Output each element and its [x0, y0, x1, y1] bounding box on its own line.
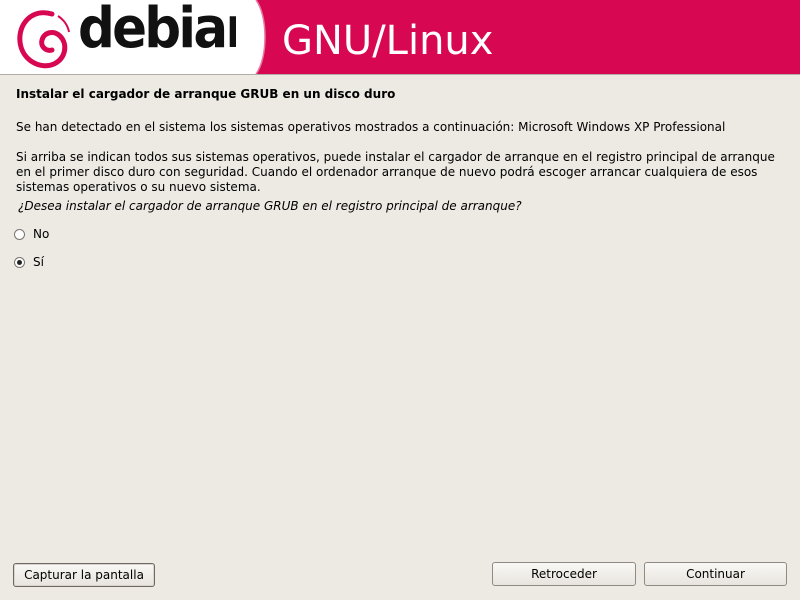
radio-yes[interactable] — [14, 256, 25, 268]
option-no-label[interactable]: No — [33, 227, 49, 241]
banner-divider — [0, 74, 800, 75]
debian-logo: debian — [0, 0, 262, 74]
option-no[interactable]: No — [14, 227, 49, 241]
back-button[interactable]: Retroceder — [492, 562, 636, 586]
product-title: GNU/Linux — [282, 18, 494, 64]
debian-swirl-icon — [17, 10, 70, 69]
option-yes-label[interactable]: Sí — [33, 255, 44, 269]
banner-curve — [236, 0, 266, 74]
detected-os-text: Se han detectado en el sistema los siste… — [16, 120, 726, 134]
radio-no[interactable] — [14, 228, 25, 240]
debian-logo-text: debian — [78, 0, 262, 61]
explanation-text: Si arriba se indican todos sus sistemas … — [16, 150, 775, 194]
page-title: Instalar el cargador de arranque GRUB en… — [16, 87, 396, 101]
option-yes[interactable]: Sí — [14, 255, 44, 269]
screenshot-button[interactable]: Capturar la pantalla — [13, 563, 155, 587]
continue-button[interactable]: Continuar — [644, 562, 787, 586]
question-text: ¿Desea instalar el cargador de arranque … — [18, 199, 522, 213]
header-banner: debian GNU/Linux — [0, 0, 800, 74]
